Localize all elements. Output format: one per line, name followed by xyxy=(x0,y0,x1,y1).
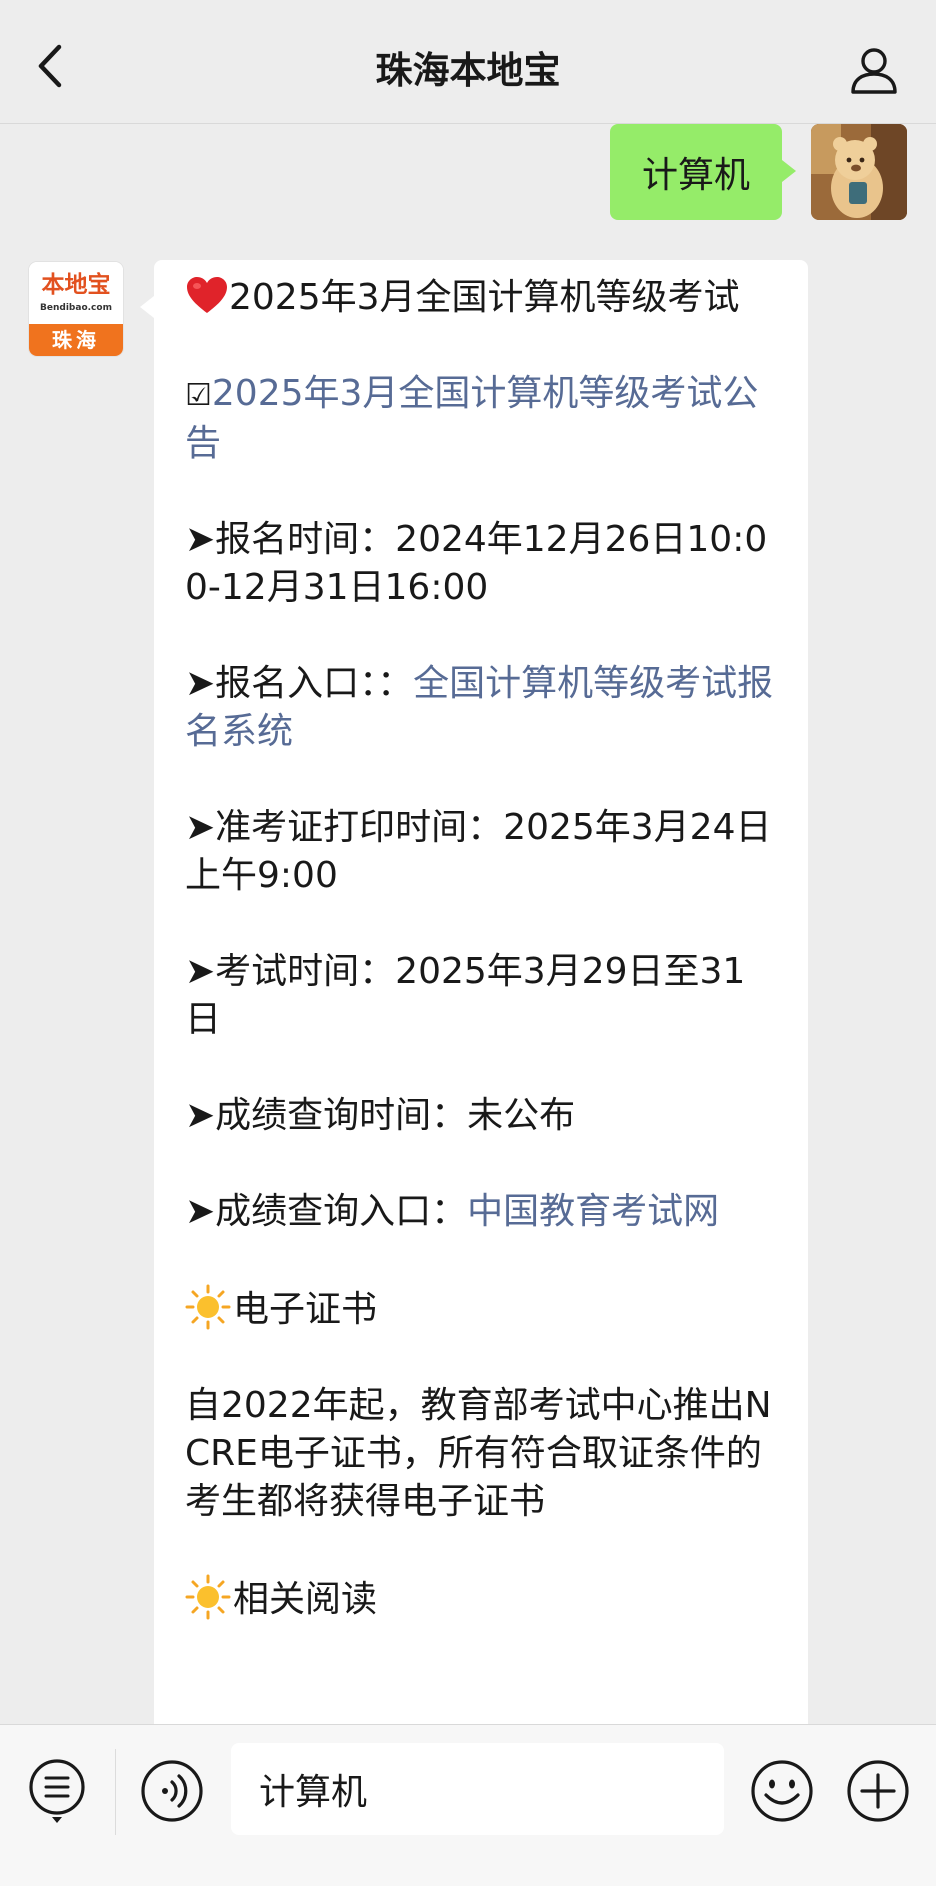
message-input-value: 计算机 xyxy=(259,1772,368,1813)
page-title: 珠海本地宝 xyxy=(375,49,561,92)
exam-time: ➤考试时间：2025年3月29日至31日 xyxy=(185,951,746,1040)
heart-icon xyxy=(187,277,227,313)
bot-avatar[interactable]: 本地宝 Bendibao.com 珠海 xyxy=(29,262,123,356)
reply-title: 2025年3月全国计算机等级考试 xyxy=(185,274,778,322)
my-message-bubble[interactable]: 计算机 xyxy=(609,124,797,220)
my-message-text: 计算机 xyxy=(641,155,750,196)
checkbox-icon: ☑ xyxy=(185,378,212,413)
notice-link[interactable]: 2025年3月全国计算机等级考试公告 xyxy=(185,373,758,464)
certificate-heading: 电子证书 xyxy=(185,1284,778,1334)
registration-time: ➤报名时间：2024年12月26日10:00-12月31日16:00 xyxy=(185,519,768,608)
related-reading-text: 相关阅读 xyxy=(233,1579,378,1620)
score-query-entry-label: ➤成绩查询入口： xyxy=(185,1191,468,1232)
more-button[interactable] xyxy=(846,1759,910,1823)
avatar-logo-url: Bendibao.com xyxy=(40,303,112,313)
notice-line: ☑2025年3月全国计算机等级考试公告 xyxy=(185,370,778,468)
reply-title-text: 2025年3月全国计算机等级考试 xyxy=(229,277,740,318)
plus-icon xyxy=(847,1760,909,1822)
emoji-button[interactable] xyxy=(750,1759,814,1823)
avatar-logo-name: 本地宝 xyxy=(41,271,111,298)
menu-list-icon xyxy=(29,1759,85,1823)
sun-icon xyxy=(185,1284,231,1330)
input-bar: 计算机 xyxy=(0,1724,936,1886)
voice-button[interactable] xyxy=(140,1759,204,1823)
related-reading-heading: 相关阅读 xyxy=(185,1574,778,1624)
menu-button[interactable] xyxy=(26,1757,88,1825)
admit-card-print-time: ➤准考证打印时间：2025年3月24日上午9:00 xyxy=(185,807,772,896)
smile-icon xyxy=(751,1760,813,1822)
person-icon xyxy=(851,48,897,94)
chat-area[interactable]: 计算机 本地宝 Bendibao.com 珠海 2025年3月全国计算机等级考试… xyxy=(0,124,936,1724)
profile-button[interactable] xyxy=(848,44,900,96)
avatar-logo: 本地宝 Bendibao.com xyxy=(29,262,123,324)
nav-bar: 珠海本地宝 xyxy=(0,0,936,124)
registration-entry: ➤报名入口：：全国计算机等级考试报名系统 xyxy=(185,660,778,756)
bar-divider xyxy=(115,1749,116,1835)
bot-reply-bubble: 2025年3月全国计算机等级考试 ☑2025年3月全国计算机等级考试公告 ➤报名… xyxy=(140,260,808,1724)
certificate-body: 自2022年起，教育部考试中心推出NCRE电子证书，所有符合取证条件的考生都将获… xyxy=(185,1385,772,1522)
certificate-heading-text: 电子证书 xyxy=(233,1289,378,1330)
message-input[interactable]: 计算机 xyxy=(231,1743,724,1835)
sun-icon xyxy=(185,1574,231,1620)
exam-site-link[interactable]: 中国教育考试网 xyxy=(467,1191,719,1232)
my-avatar[interactable] xyxy=(811,124,907,220)
voice-icon xyxy=(141,1760,203,1822)
score-query-entry: ➤成绩查询入口：中国教育考试网 xyxy=(185,1188,778,1236)
registration-entry-label: ➤报名入口：： xyxy=(185,663,414,704)
avatar-logo-city: 珠海 xyxy=(29,324,123,356)
bear-avatar-icon xyxy=(811,124,907,220)
score-query-time: ➤成绩查询时间：未公布 xyxy=(185,1095,576,1136)
